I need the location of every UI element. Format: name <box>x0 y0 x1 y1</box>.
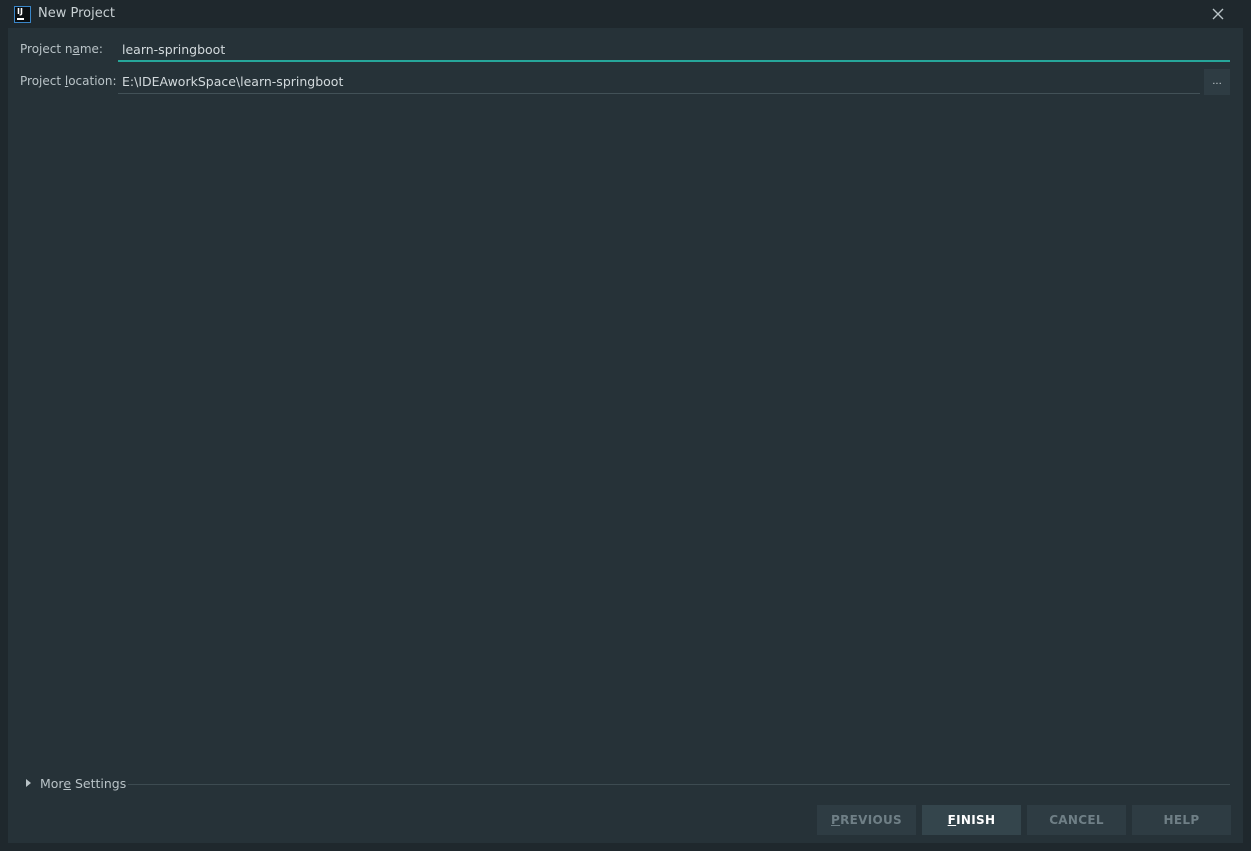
frame-border-bottom <box>0 843 1251 851</box>
app-icon-text: IJ <box>17 7 23 16</box>
triangle-right-icon <box>26 779 31 787</box>
intellij-app-icon: IJ <box>14 6 31 23</box>
title-bar: IJ New Project <box>0 0 1251 28</box>
project-name-label: Project name: <box>20 42 103 56</box>
help-button[interactable]: HELP <box>1132 805 1231 835</box>
close-button[interactable] <box>1206 4 1230 24</box>
project-name-mnemonic: a <box>72 42 79 56</box>
more-settings-separator <box>128 784 1230 785</box>
app-icon-bar <box>17 18 24 20</box>
browse-location-button[interactable]: ... <box>1204 69 1230 95</box>
project-name-input[interactable]: learn-springboot <box>118 36 1230 62</box>
close-icon <box>1212 8 1224 20</box>
new-project-dialog: IJ New Project Project name: learn-sprin… <box>0 0 1251 851</box>
project-location-label: Project location: <box>20 74 117 88</box>
window-title: New Project <box>38 6 115 21</box>
previous-button[interactable]: PREVIOUS <box>817 805 916 835</box>
project-location-input[interactable]: E:\IDEAworkSpace\learn-springboot <box>118 68 1200 94</box>
more-settings-label: More Settings <box>40 776 126 791</box>
finish-button[interactable]: FINISH <box>922 805 1021 835</box>
frame-border-left <box>0 28 8 851</box>
cancel-button[interactable]: CANCEL <box>1027 805 1126 835</box>
frame-border-right <box>1243 28 1251 851</box>
